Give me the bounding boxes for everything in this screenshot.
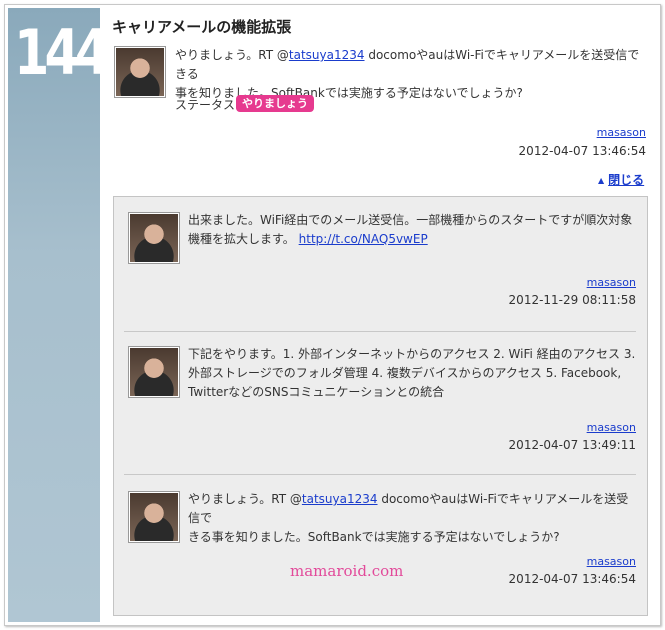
reply-date: 2012-11-29 08:11:58 bbox=[508, 293, 636, 307]
reply-avatar[interactable] bbox=[128, 491, 180, 543]
mention-link[interactable]: tatsuya1234 bbox=[289, 48, 365, 62]
reply-body: 下記をやります。1. 外部インターネットからのアクセス 2. WiFi 経由のア… bbox=[188, 347, 636, 399]
author-avatar[interactable] bbox=[114, 46, 166, 98]
reply-avatar[interactable] bbox=[128, 346, 180, 398]
reply-body: 出来ました。WiFi経由でのメール送受信。一部機種からのスタートですが順次対象 … bbox=[188, 213, 633, 246]
reply-body: やりましょう。RT @tatsuya1234 docomoやauはWi-Fiでキ… bbox=[188, 492, 629, 544]
reply-date: 2012-04-07 13:49:11 bbox=[508, 438, 636, 452]
reply-divider bbox=[124, 474, 636, 475]
reply-author-link[interactable]: masason bbox=[548, 421, 636, 434]
avatar-image bbox=[130, 348, 178, 396]
post-number: 144 bbox=[14, 16, 110, 89]
reply-link[interactable]: http://t.co/NAQ5vwEP bbox=[299, 232, 428, 246]
reply-author-link[interactable]: masason bbox=[548, 276, 636, 289]
author-link[interactable]: masason bbox=[560, 126, 646, 139]
post-title: キャリアメールの機能拡張 bbox=[112, 18, 292, 36]
reply-divider bbox=[124, 331, 636, 332]
reply-author-link[interactable]: masason bbox=[548, 555, 636, 568]
avatar-image bbox=[130, 214, 178, 262]
post-date: 2012-04-07 13:46:54 bbox=[518, 144, 646, 158]
triangle-up-icon: ▲ bbox=[598, 176, 605, 185]
status-label: ステータス: bbox=[175, 98, 240, 112]
status-badge: やりましょう bbox=[236, 95, 314, 112]
reply-avatar[interactable] bbox=[128, 212, 180, 264]
reply-thread bbox=[113, 196, 648, 616]
watermark: mamaroid.com bbox=[290, 562, 404, 580]
close-thread-button[interactable]: ▲ 閉じる bbox=[598, 171, 644, 188]
post-number-rail: 144 bbox=[8, 8, 110, 622]
avatar-image bbox=[130, 493, 178, 541]
reply-date: 2012-04-07 13:46:54 bbox=[508, 572, 636, 586]
mention-link[interactable]: tatsuya1234 bbox=[302, 492, 378, 506]
avatar-image bbox=[116, 48, 164, 96]
